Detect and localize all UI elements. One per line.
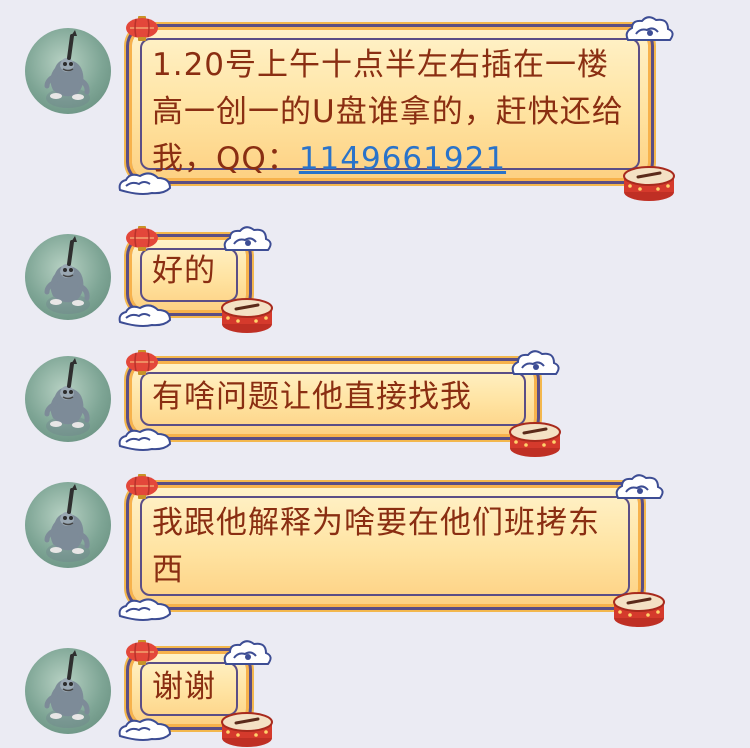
message-row: 谢谢: [0, 644, 750, 740]
message-bubble[interactable]: 有啥问题让他直接找我: [124, 354, 548, 446]
message-text: 好的: [152, 253, 216, 289]
message-text: 谢谢: [152, 669, 216, 705]
message-text: 我跟他解释为啥要在他们班拷东西: [152, 505, 600, 588]
message-text: 1.20号上午十点半左右插在一楼高一创一的U盘谁拿的，赶快还给我，QQ：1149…: [152, 42, 640, 183]
message-bubble[interactable]: 好的: [124, 230, 260, 322]
cat-avatar-icon: [25, 356, 111, 442]
cat-avatar-icon: [25, 648, 111, 734]
cloud-ornament-icon: [114, 424, 176, 454]
lantern-icon: [122, 472, 162, 502]
message-row: 有啥问题让他直接找我: [0, 354, 750, 446]
message-row: 1.20号上午十点半左右插在一楼高一创一的U盘谁拿的，赶快还给我，QQ：1149…: [0, 28, 750, 198]
message-bubble[interactable]: 我跟他解释为啥要在他们班拷东西: [124, 478, 652, 616]
message-bubble[interactable]: 谢谢: [124, 644, 260, 736]
message-row: 好的: [0, 232, 750, 324]
drum-icon: [218, 708, 276, 748]
cat-avatar-icon: [25, 234, 111, 320]
message-bubble[interactable]: 1.20号上午十点半左右插在一楼高一创一的U盘谁拿的，赶快还给我，QQ：1149…: [124, 20, 662, 190]
cloud-ornament-icon: [114, 594, 176, 624]
qq-number-link[interactable]: 1149661921: [299, 141, 506, 177]
drum-icon: [506, 418, 564, 458]
cat-avatar-icon: [25, 28, 111, 114]
message-row: 我跟他解释为啥要在他们班拷东西: [0, 474, 750, 614]
avatar[interactable]: [25, 28, 111, 114]
avatar[interactable]: [25, 648, 111, 734]
lantern-icon: [122, 14, 162, 44]
drum-icon: [610, 588, 668, 628]
avatar[interactable]: [25, 234, 111, 320]
avatar[interactable]: [25, 356, 111, 442]
drum-icon: [218, 294, 276, 334]
message-text: 有啥问题让他直接找我: [152, 379, 472, 415]
avatar[interactable]: [25, 482, 111, 568]
cloud-ornament-icon: [114, 300, 176, 330]
cat-avatar-icon: [25, 482, 111, 568]
